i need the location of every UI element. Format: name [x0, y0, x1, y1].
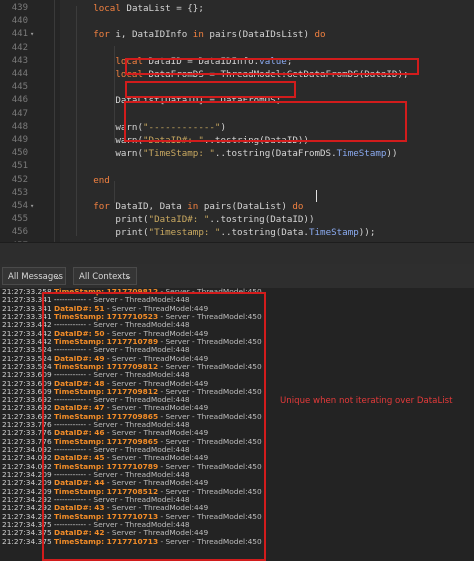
line-number: 449 — [11, 135, 28, 145]
highlight-box-datalist-assign — [125, 81, 296, 98]
code-token: ..tostring(DataFromDS. — [214, 148, 337, 160]
message-filter-dropdown[interactable]: All Messages ⌄ — [2, 267, 66, 285]
code-token: for — [93, 29, 110, 41]
code-token: local — [93, 3, 121, 14]
code-token: "Timestamp: " — [148, 227, 221, 239]
code-token: print( — [115, 227, 149, 239]
code-line[interactable]: 441 ▾ for i, DataIDInfo in pairs(DataIDsL… — [0, 28, 474, 41]
chevron-down-icon: ⌄ — [54, 272, 61, 281]
annotation-text: Unique when not iterating over DataList — [280, 396, 453, 406]
code-text: warn("TimeStamp: "..tostring(DataFromDS.… — [60, 147, 398, 160]
code-line[interactable]: 442 — [0, 42, 474, 55]
highlight-box-getdata — [125, 58, 419, 75]
code-token: pairs(DataIDsList) — [203, 29, 315, 41]
code-token: TimeStamp — [308, 227, 359, 239]
code-text: print("DataID#: "..tostring(DataID)) — [60, 213, 315, 226]
code-token: )) — [386, 148, 398, 160]
code-token: ..tostring(DataID)) — [209, 214, 315, 226]
code-text: local DataList = {}; — [60, 2, 204, 15]
code-editor[interactable]: 439 local DataList = {}; 440 441 ▾ for i, D… — [0, 0, 474, 242]
line-number: 445 — [11, 82, 28, 93]
code-token: in — [187, 201, 199, 212]
line-number: 450 — [11, 148, 28, 159]
line-number: 444 — [11, 69, 28, 79]
code-token: )); — [358, 227, 376, 239]
indent-guide — [76, 6, 77, 236]
code-line[interactable]: 452 end — [0, 174, 474, 187]
code-token: i, DataIDInfo — [109, 29, 193, 41]
line-number: 439 — [11, 3, 28, 13]
code-token: print( — [115, 214, 149, 226]
chevron-down-icon: ⌄ — [125, 272, 132, 281]
line-number: 454 — [11, 201, 28, 211]
line-number: 446 — [11, 95, 28, 106]
code-token: DataList = {}; — [120, 3, 204, 14]
code-token: warn( — [115, 148, 143, 160]
code-token: "TimeStamp: " — [143, 148, 215, 160]
indent-guide — [114, 46, 115, 143]
code-token: TimeStamp — [336, 148, 387, 160]
line-number: 453 — [11, 187, 28, 198]
code-line[interactable]: 453 — [0, 187, 474, 200]
code-token: do — [314, 29, 326, 41]
highlight-box-warn-block — [124, 101, 407, 142]
code-token: ..tostring(Data. — [220, 227, 309, 239]
code-line[interactable]: 440 — [0, 15, 474, 28]
text-caret — [316, 190, 317, 202]
line-number: 442 — [11, 42, 28, 53]
code-line[interactable]: 456 print("Timestamp: "..tostring(Data.T… — [0, 226, 474, 239]
output-toolbar: All Messages ⌄ All Contexts ⌄ — [0, 264, 474, 289]
context-filter-label: All Contexts — [79, 272, 130, 282]
line-number: 443 — [11, 55, 28, 66]
output-panel[interactable]: 21:27:33.258 TimeStamp: 1717709812 - Ser… — [0, 288, 474, 561]
code-line[interactable]: 439 local DataList = {}; — [0, 2, 474, 15]
line-number: 452 — [11, 174, 28, 185]
code-token: end — [93, 174, 110, 186]
line-number: 441 — [11, 29, 28, 40]
code-token: in — [192, 29, 204, 41]
highlight-box-output — [42, 292, 266, 561]
code-token: pairs(DataList) — [198, 201, 293, 212]
fold-toggle-icon[interactable]: ▾ — [30, 28, 34, 41]
line-number: 455 — [11, 214, 28, 225]
code-line[interactable]: 454 ▾ for DataID, Data in pairs(DataList)… — [0, 200, 474, 213]
code-token: DataID, Data — [109, 201, 188, 212]
code-token: do — [292, 201, 304, 212]
code-token: for — [93, 201, 110, 212]
code-token: "DataID#: " — [148, 214, 210, 226]
indent-guide — [114, 181, 115, 203]
line-number: 440 — [11, 16, 28, 27]
line-number: 456 — [11, 227, 28, 238]
code-text: for i, DataIDInfo in pairs(DataIDsList) … — [60, 28, 326, 41]
code-text: for DataID, Data in pairs(DataList) do — [60, 200, 303, 213]
line-number: 447 — [11, 108, 28, 119]
line-number: 448 — [11, 121, 28, 132]
code-text: print("Timestamp: "..tostring(Data.TimeS… — [60, 226, 375, 239]
context-filter-dropdown[interactable]: All Contexts ⌄ — [73, 267, 137, 285]
code-line[interactable]: 451 — [0, 160, 474, 173]
code-line[interactable]: 455 print("DataID#: "..tostring(DataID)) — [0, 213, 474, 226]
fold-toggle-icon[interactable]: ▾ — [30, 200, 34, 213]
code-line[interactable]: 450 warn("TimeStamp: "..tostring(DataFro… — [0, 147, 474, 160]
line-number: 451 — [11, 161, 28, 172]
panel-splitter[interactable] — [0, 242, 474, 265]
code-text: end — [60, 174, 110, 187]
